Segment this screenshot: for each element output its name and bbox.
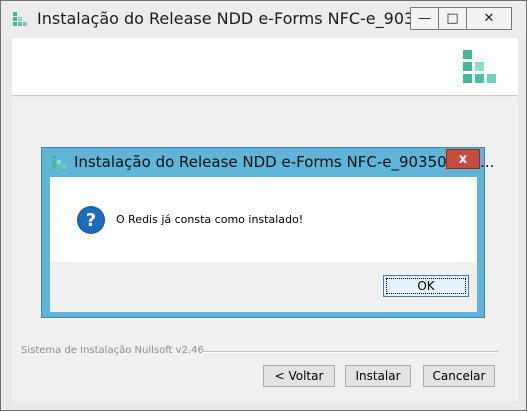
question-icon: ? <box>77 206 105 234</box>
close-button[interactable]: ✕ <box>466 7 512 30</box>
ok-button[interactable]: OK <box>383 275 469 297</box>
title-bar[interactable]: Instalação do Release NDD e-Forms NFC-e_… <box>1 1 526 37</box>
installer-header <box>12 38 518 96</box>
svg-text:?: ? <box>86 210 96 231</box>
dialog-title: Instalação do Release NDD e-Forms NFC-e_… <box>74 153 495 171</box>
cancel-button-label: Cancelar <box>432 369 486 383</box>
close-icon: ✕ <box>483 11 495 26</box>
message-dialog: Instalação do Release NDD e-Forms NFC-e_… <box>41 147 494 318</box>
maximize-button[interactable]: □ <box>438 7 467 30</box>
footer-divider <box>202 351 498 353</box>
dialog-app-icon <box>52 155 66 169</box>
cancel-button[interactable]: Cancelar <box>423 365 495 387</box>
minimize-icon: — <box>418 11 431 26</box>
minimize-button[interactable]: — <box>410 7 439 30</box>
dialog-title-bar[interactable]: Instalação do Release NDD e-Forms NFC-e_… <box>42 148 494 176</box>
installer-app-icon <box>13 12 27 26</box>
maximize-icon: □ <box>446 11 459 26</box>
back-button-label: < Voltar <box>274 369 324 383</box>
ndd-brand-logo <box>463 50 496 83</box>
ok-button-label: OK <box>417 279 435 293</box>
dialog-content: ? O Redis já consta como instalado! <box>50 177 477 262</box>
install-button-label: Instalar <box>355 369 401 383</box>
dialog-close-icon: x <box>458 151 468 167</box>
back-button[interactable]: < Voltar <box>263 365 335 387</box>
dialog-close-button[interactable]: x <box>446 149 480 169</box>
dialog-footer: OK <box>50 262 477 312</box>
dialog-message: O Redis já consta como instalado! <box>116 213 304 226</box>
nullsoft-branding: Sistema de Instalação Nullsoft v2.46 <box>21 345 204 356</box>
install-button[interactable]: Instalar <box>345 365 411 387</box>
